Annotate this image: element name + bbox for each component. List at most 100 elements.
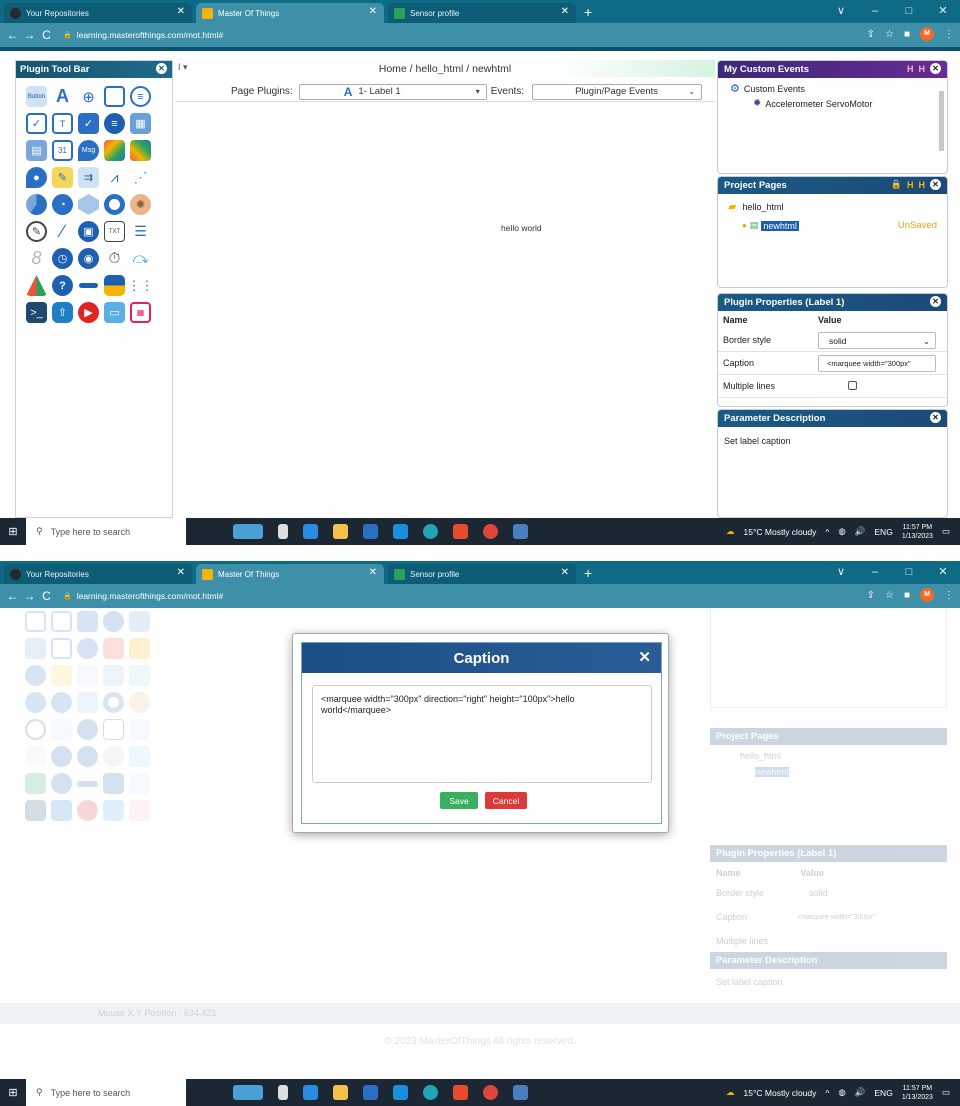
custom-events-root[interactable]: ⚙ Custom Events bbox=[718, 78, 947, 95]
timeline-plugin-icon[interactable]: ⋮⋮ bbox=[128, 275, 154, 296]
save-all-icon[interactable]: H bbox=[907, 64, 914, 74]
border-style-select[interactable]: solid ⌄ bbox=[818, 332, 936, 349]
photos-icon[interactable] bbox=[513, 1085, 528, 1100]
database-plugin-icon[interactable] bbox=[104, 275, 125, 296]
browser-tab-repositories[interactable]: Your Repositories ✕ bbox=[4, 564, 192, 584]
menu-dots-icon[interactable]: ⋮ bbox=[944, 29, 954, 40]
browser-tab-repositories[interactable]: Your Repositories ✕ bbox=[4, 3, 192, 23]
notifications-icon[interactable]: ▭ bbox=[942, 1087, 950, 1098]
tab-search-button[interactable]: ∨ bbox=[824, 561, 858, 584]
globe-plugin-icon[interactable]: ✺ bbox=[130, 194, 151, 215]
screen-plugin-icon[interactable]: ▭ bbox=[104, 302, 125, 323]
close-tab-icon[interactable]: ✕ bbox=[177, 567, 185, 578]
forward-arrow-icon[interactable]: → bbox=[21, 28, 38, 42]
textbox-plugin-icon[interactable]: T bbox=[52, 113, 73, 134]
file-explorer-icon[interactable] bbox=[333, 524, 348, 539]
back-arrow-icon[interactable]: ← bbox=[4, 28, 21, 42]
forward-arrow-icon[interactable]: → bbox=[21, 589, 38, 603]
edge-icon[interactable] bbox=[423, 1085, 438, 1100]
store-icon[interactable] bbox=[363, 1085, 378, 1100]
pie-chart-plugin-icon[interactable] bbox=[26, 194, 47, 215]
progress-plugin-icon[interactable] bbox=[78, 275, 99, 296]
close-tab-icon[interactable]: ✕ bbox=[561, 6, 569, 17]
chat-plugin-icon[interactable]: Msg bbox=[78, 140, 99, 161]
widgets-icon[interactable] bbox=[233, 524, 263, 539]
store-icon[interactable] bbox=[363, 524, 378, 539]
new-tab-button[interactable]: + bbox=[584, 564, 592, 584]
schedule-plugin-icon[interactable]: ▦ bbox=[130, 302, 151, 323]
step-plugin-icon[interactable]: ⤼ bbox=[130, 248, 151, 269]
page-dropdown-toggle[interactable]: I ▾ bbox=[178, 62, 188, 73]
label-1-plugin[interactable]: hello world bbox=[501, 223, 542, 233]
close-icon[interactable]: ✕ bbox=[930, 296, 941, 307]
dial-plugin-icon[interactable]: ◷ bbox=[52, 248, 73, 269]
bookmark-star-icon[interactable]: ☆ bbox=[885, 29, 894, 40]
close-tab-icon[interactable]: ✕ bbox=[561, 567, 569, 578]
photos-icon[interactable] bbox=[513, 524, 528, 539]
tab-search-button[interactable]: ∨ bbox=[824, 0, 858, 23]
page-item[interactable]: ● ▤ newhtml UnSaved bbox=[718, 213, 947, 231]
mail-icon[interactable] bbox=[393, 524, 408, 539]
polygon-plugin-icon[interactable] bbox=[78, 194, 99, 215]
weather-icon[interactable]: ☁ bbox=[726, 1087, 735, 1098]
language-indicator[interactable]: ENG bbox=[874, 527, 892, 537]
close-icon[interactable]: ✕ bbox=[930, 179, 941, 190]
breadcrumb-text[interactable]: Home / hello_html / newhtml bbox=[379, 63, 511, 75]
close-tab-icon[interactable]: ✕ bbox=[369, 6, 377, 17]
office-icon[interactable] bbox=[453, 1085, 468, 1100]
calendar-plugin-icon[interactable]: 31 bbox=[52, 140, 73, 161]
file-explorer-icon[interactable] bbox=[333, 1085, 348, 1100]
line-plugin-icon[interactable]: ∕ bbox=[52, 221, 73, 242]
reload-icon[interactable]: C bbox=[38, 28, 55, 42]
close-icon[interactable]: ✕ bbox=[638, 648, 651, 666]
sidepanel-icon[interactable]: ■ bbox=[904, 29, 910, 40]
chrome-icon[interactable] bbox=[483, 524, 498, 539]
vscode-icon[interactable] bbox=[303, 524, 318, 539]
lock-icon[interactable]: 🔒 bbox=[891, 179, 902, 190]
windows-start-icon[interactable]: ⊞ bbox=[0, 1086, 26, 1099]
close-window-button[interactable]: ✕ bbox=[926, 561, 960, 584]
custom-event-item[interactable]: ✹ Accelerometer ServoMotor bbox=[718, 95, 947, 109]
grid-plugin-icon[interactable]: ▦ bbox=[130, 113, 151, 134]
save-as-icon[interactable]: H bbox=[919, 180, 926, 190]
bar-level-plugin-icon[interactable] bbox=[26, 275, 47, 296]
table-plugin-icon[interactable]: ▤ bbox=[26, 140, 47, 161]
maximize-button[interactable]: □ bbox=[892, 0, 926, 23]
menu-dots-icon[interactable]: ⋮ bbox=[944, 590, 954, 601]
help-plugin-icon[interactable]: ? bbox=[52, 275, 73, 296]
task-view-icon[interactable] bbox=[278, 1085, 288, 1100]
clock[interactable]: 11:57 PM 1/13/2023 bbox=[902, 1084, 933, 1102]
bookmark-star-icon[interactable]: ☆ bbox=[885, 590, 894, 601]
caption-textarea[interactable]: <marquee width="300px" direction="right"… bbox=[312, 685, 652, 783]
line-chart-plugin-icon[interactable]: ⩘ bbox=[104, 167, 125, 188]
checkbox-plugin-icon[interactable]: ✓ bbox=[26, 113, 47, 134]
network-icon[interactable]: ◍ bbox=[838, 1087, 845, 1098]
windows-start-icon[interactable]: ⊞ bbox=[0, 525, 26, 538]
url-field[interactable]: 🔒 learning.masterofthings.com/mot.html# bbox=[63, 591, 223, 601]
minimize-button[interactable]: – bbox=[858, 561, 892, 584]
weather-icon[interactable]: ☁ bbox=[726, 526, 735, 537]
widgets-icon[interactable] bbox=[233, 1085, 263, 1100]
stopwatch-plugin-icon[interactable]: ⏱ bbox=[104, 248, 125, 269]
upload-plugin-icon[interactable]: ⇧ bbox=[52, 302, 73, 323]
minimize-button[interactable]: – bbox=[858, 0, 892, 23]
list-plugin-icon[interactable]: ≡ bbox=[130, 86, 151, 107]
color-picker-plugin-icon[interactable]: ✎ bbox=[26, 221, 47, 242]
browser-tab-master-of-things[interactable]: Master Of Things ✕ bbox=[196, 3, 384, 23]
gauge-plugin-icon[interactable]: ◔ bbox=[52, 194, 73, 215]
caption-input[interactable]: <marquee width="300px" bbox=[818, 355, 936, 372]
office-icon[interactable] bbox=[453, 524, 468, 539]
events-select[interactable]: Plugin/Page Events ⌄ bbox=[532, 83, 703, 100]
taskbar-search[interactable]: ⚲ Type here to search bbox=[26, 1079, 186, 1106]
chevron-up-icon[interactable]: ^ bbox=[825, 527, 829, 537]
browser-tab-master-of-things[interactable]: Master Of Things ✕ bbox=[196, 564, 384, 584]
weather-text[interactable]: 15°C Mostly cloudy bbox=[744, 527, 817, 537]
close-window-button[interactable]: ✕ bbox=[926, 0, 960, 23]
marquee-plugin-icon[interactable]: ⇉ bbox=[78, 167, 99, 188]
chrome-icon[interactable] bbox=[483, 1085, 498, 1100]
cancel-button[interactable]: Cancel bbox=[485, 792, 527, 809]
close-icon[interactable]: ✕ bbox=[930, 412, 941, 423]
map-pin-plugin-icon[interactable]: ● bbox=[26, 167, 47, 188]
browser-tab-sensor-profile[interactable]: Sensor profile ✕ bbox=[388, 564, 576, 584]
cube-alt-plugin-icon[interactable] bbox=[130, 140, 151, 161]
